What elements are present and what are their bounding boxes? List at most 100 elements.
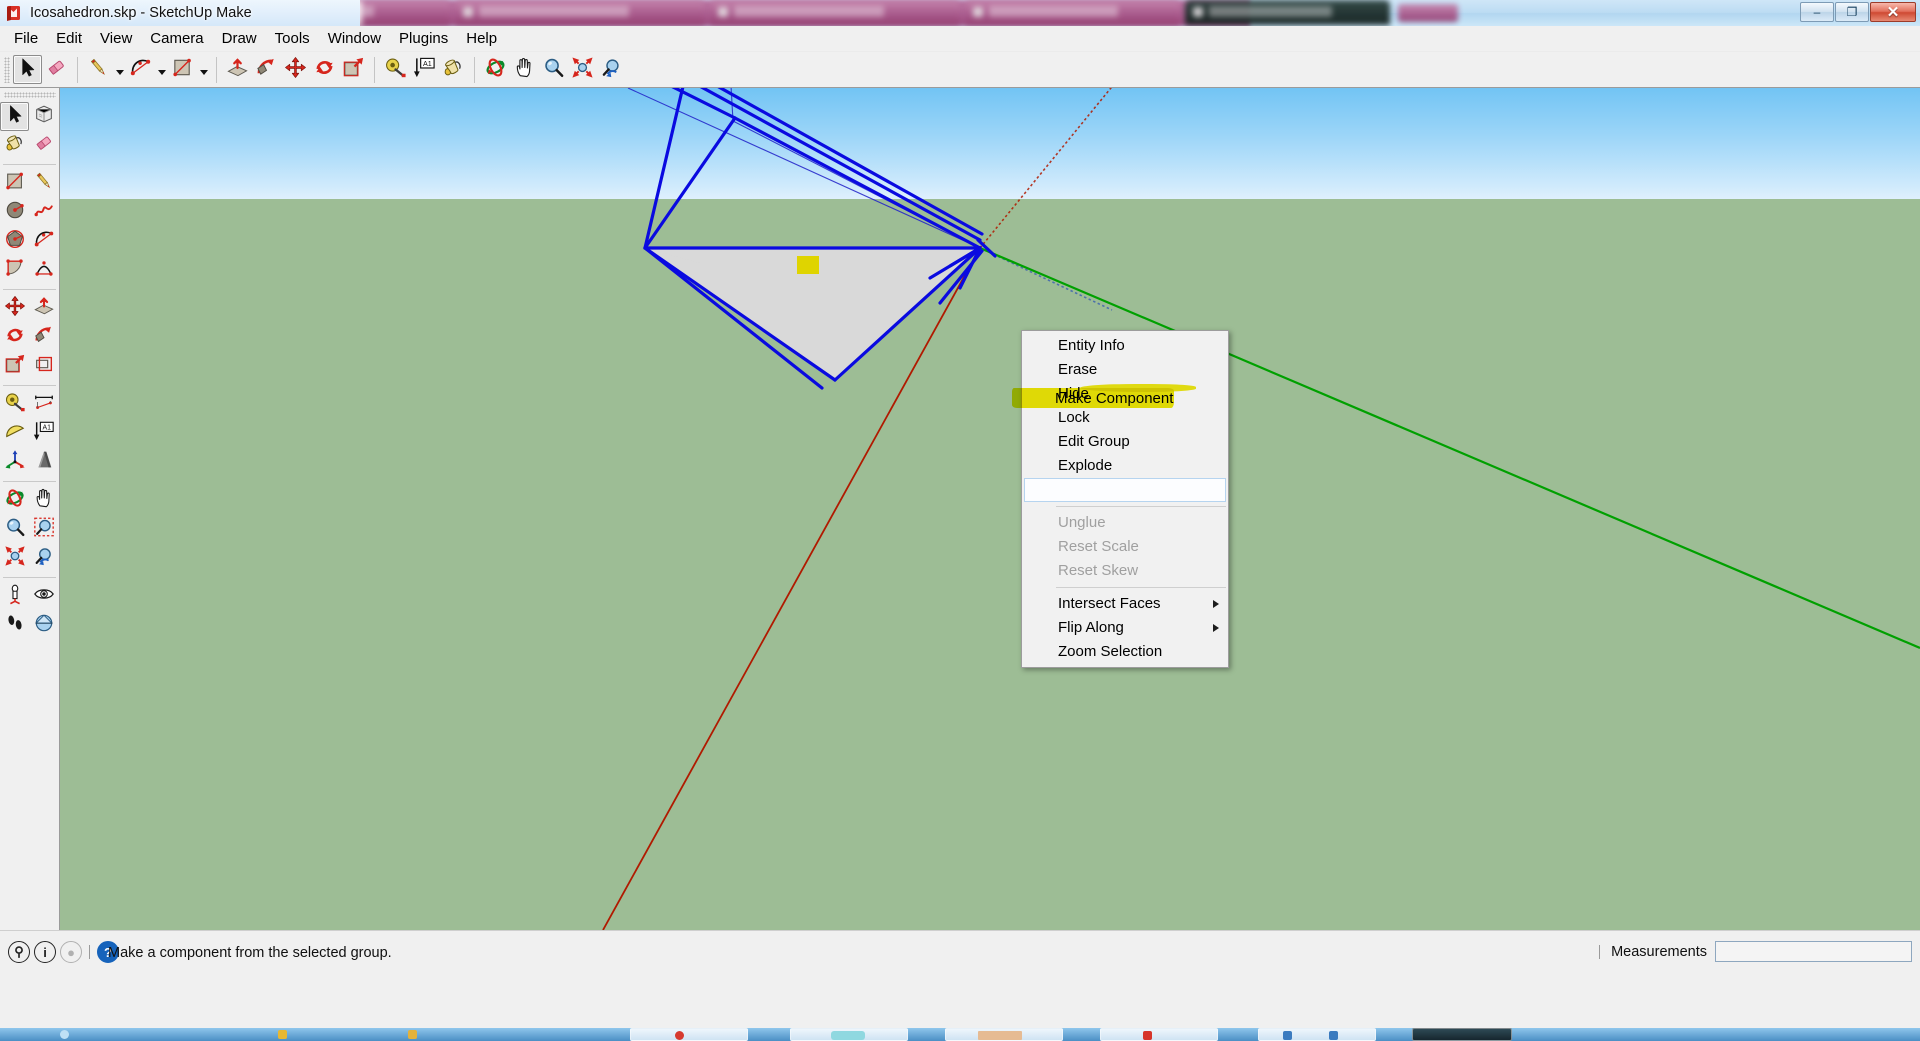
menu-draw[interactable]: Draw	[213, 27, 266, 50]
walk-footprints-icon	[4, 612, 26, 639]
make-component-tool[interactable]	[29, 102, 58, 131]
context-menu-item-hide[interactable]: Hide	[1022, 382, 1228, 406]
scale-tool[interactable]	[339, 55, 368, 84]
arc-tool[interactable]	[126, 55, 155, 84]
menu-file[interactable]: File	[5, 27, 47, 50]
taskbar-window[interactable]	[790, 1028, 908, 1041]
user-account-icon[interactable]: ●	[60, 941, 82, 963]
context-menu-item-zoom-selection[interactable]: Zoom Selection	[1022, 640, 1228, 664]
pushpull-tool[interactable]	[223, 55, 252, 84]
tape-measure-tool[interactable]	[381, 55, 410, 84]
start-orb-icon[interactable]	[60, 1030, 69, 1039]
context-menu-item-lock[interactable]: Lock	[1022, 406, 1228, 430]
previous-view[interactable]	[597, 55, 626, 84]
followme-tool[interactable]	[29, 323, 58, 352]
close-button[interactable]: ✕	[1870, 2, 1916, 22]
select-tool[interactable]	[0, 102, 29, 131]
pie-tool[interactable]	[0, 256, 29, 285]
restore-button[interactable]: ❐	[1835, 2, 1869, 22]
pan-tool[interactable]	[29, 486, 58, 515]
menu-edit[interactable]: Edit	[47, 27, 91, 50]
zoom-extents-tool[interactable]	[0, 544, 29, 573]
rotate-tool[interactable]	[310, 55, 339, 84]
context-menu-item-flip-along[interactable]: Flip Along	[1022, 616, 1228, 640]
scale-tool[interactable]	[0, 352, 29, 381]
menu-help[interactable]: Help	[457, 27, 506, 50]
zoom-window-tool[interactable]	[29, 515, 58, 544]
chevron-down-icon[interactable]	[113, 55, 126, 84]
context-menu-item-make-component[interactable]: Make Component	[1024, 478, 1226, 502]
eraser-tool[interactable]	[29, 131, 58, 160]
followme-tool[interactable]	[252, 55, 281, 84]
taskbar-window[interactable]	[945, 1028, 1063, 1041]
rotate-tool[interactable]	[0, 323, 29, 352]
section-plane-tool[interactable]	[29, 611, 58, 640]
zoom-tool[interactable]	[0, 515, 29, 544]
eraser-tool[interactable]	[42, 55, 71, 84]
context-menu-item-reset-skew: Reset Skew	[1022, 559, 1228, 583]
paint-bucket-tool[interactable]	[0, 131, 29, 160]
menu-window[interactable]: Window	[319, 27, 390, 50]
menu-camera[interactable]: Camera	[141, 27, 212, 50]
offset-tool[interactable]	[29, 352, 58, 381]
windows-taskbar[interactable]	[0, 1028, 1920, 1041]
info-icon[interactable]: i	[34, 941, 56, 963]
menu-tools[interactable]: Tools	[266, 27, 319, 50]
toolbar-grip[interactable]	[4, 56, 10, 83]
zoom-tool[interactable]	[539, 55, 568, 84]
protractor-icon	[4, 420, 26, 447]
move-tool[interactable]	[0, 294, 29, 323]
freehand-tool[interactable]	[29, 198, 58, 227]
pushpull-tool[interactable]	[29, 294, 58, 323]
taskbar-icon[interactable]	[278, 1030, 287, 1039]
minimize-button[interactable]: –	[1800, 2, 1834, 22]
rectangle-tool[interactable]	[168, 55, 197, 84]
rectangle-tool[interactable]	[0, 169, 29, 198]
3d-text-tool[interactable]	[29, 448, 58, 477]
tape-measure-tool[interactable]	[0, 390, 29, 419]
svg-text:A1: A1	[42, 425, 51, 432]
left-toolbar-grip[interactable]	[3, 92, 56, 98]
text-tool[interactable]: A1	[410, 55, 439, 84]
context-menu-item-entity-info[interactable]: Entity Info	[1022, 334, 1228, 358]
context-menu-item-explode[interactable]: Explode	[1022, 454, 1228, 478]
circle-tool[interactable]	[0, 198, 29, 227]
taskbar-window[interactable]	[1100, 1028, 1218, 1041]
3d-viewport[interactable]	[60, 88, 1920, 930]
two-point-arc-tool[interactable]	[29, 256, 58, 285]
chevron-down-icon[interactable]	[197, 55, 210, 84]
context-menu[interactable]: Entity Info Erase Hide Lock Edit Group Explod…	[1021, 330, 1229, 668]
taskbar-window[interactable]	[630, 1028, 748, 1041]
geo-location-icon[interactable]: ⚲	[8, 941, 30, 963]
polygon-tool[interactable]	[0, 227, 29, 256]
chevron-down-icon[interactable]	[155, 55, 168, 84]
look-around-tool[interactable]	[29, 582, 58, 611]
dimension-tool[interactable]	[29, 390, 58, 419]
axes-tool[interactable]	[0, 448, 29, 477]
select-tool[interactable]	[13, 55, 42, 84]
status-divider	[89, 945, 90, 959]
menu-view[interactable]: View	[91, 27, 141, 50]
menu-plugins[interactable]: Plugins	[390, 27, 457, 50]
line-tool[interactable]	[84, 55, 113, 84]
measurements-input[interactable]	[1715, 941, 1912, 962]
text-tool[interactable]: A1	[29, 419, 58, 448]
context-menu-item-intersect-faces[interactable]: Intersect Faces	[1022, 592, 1228, 616]
taskbar-window[interactable]	[1258, 1028, 1376, 1041]
orbit-tool[interactable]	[481, 55, 510, 84]
paint-bucket-tool[interactable]	[439, 55, 468, 84]
position-camera-tool[interactable]	[0, 582, 29, 611]
line-tool[interactable]	[29, 169, 58, 198]
arc-tool[interactable]	[29, 227, 58, 256]
pan-tool[interactable]	[510, 55, 539, 84]
previous-view-tool[interactable]	[29, 544, 58, 573]
context-menu-item-edit-group[interactable]: Edit Group	[1022, 430, 1228, 454]
protractor-tool[interactable]	[0, 419, 29, 448]
move-tool[interactable]	[281, 55, 310, 84]
taskbar-window-active[interactable]	[1412, 1028, 1512, 1041]
context-menu-item-erase[interactable]: Erase	[1022, 358, 1228, 382]
folder-icon[interactable]	[408, 1030, 417, 1039]
walk-tool[interactable]	[0, 611, 29, 640]
zoom-extents-tool[interactable]	[568, 55, 597, 84]
orbit-tool[interactable]	[0, 486, 29, 515]
